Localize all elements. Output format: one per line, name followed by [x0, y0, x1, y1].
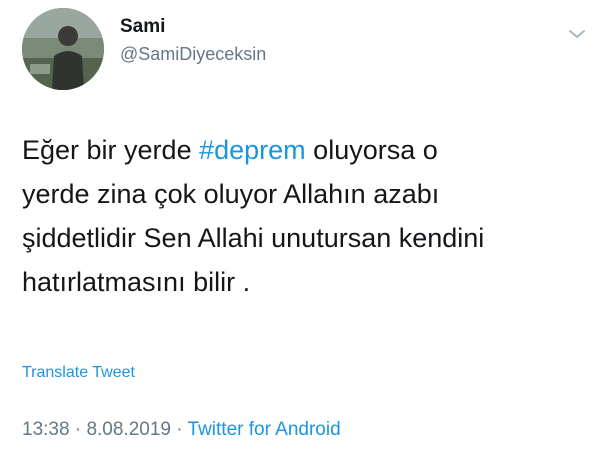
- tweet-text-segment: Eğer bir yerde: [22, 135, 200, 165]
- hashtag-link[interactable]: #deprem: [199, 135, 306, 165]
- profile-photo-icon: [22, 8, 104, 90]
- tweet-line: şiddetlidir Sen Allahi unutursan kendini: [22, 223, 485, 253]
- tweet-card: Sami @SamiDiyeceksin Eğer bir yerde #dep…: [0, 0, 600, 468]
- tweet-text: Eğer bir yerde #deprem oluyorsa o yerde …: [22, 128, 582, 304]
- tweet-text-segment: oluyorsa o: [305, 135, 438, 165]
- user-handle[interactable]: @SamiDiyeceksin: [120, 44, 266, 65]
- display-name[interactable]: Sami: [120, 16, 165, 38]
- tweet-line: yerde zina çok oluyor Allahın azabı: [22, 179, 440, 209]
- translate-tweet-link[interactable]: Translate Tweet: [22, 364, 135, 382]
- tweet-line: Eğer bir yerde #deprem oluyorsa o: [22, 128, 582, 172]
- meta-separator: ·: [170, 419, 188, 440]
- avatar[interactable]: [22, 8, 104, 90]
- chevron-down-icon[interactable]: [566, 26, 588, 42]
- tweet-line: hatırlatmasını bilir .: [22, 267, 251, 297]
- tweet-meta: 13:38 · 8.08.2019 · Twitter for Android: [22, 419, 341, 441]
- tweet-time[interactable]: 13:38: [22, 419, 70, 440]
- meta-separator: ·: [69, 419, 87, 440]
- tweet-date[interactable]: 8.08.2019: [86, 419, 171, 440]
- tweet-source-link[interactable]: Twitter for Android: [188, 419, 341, 440]
